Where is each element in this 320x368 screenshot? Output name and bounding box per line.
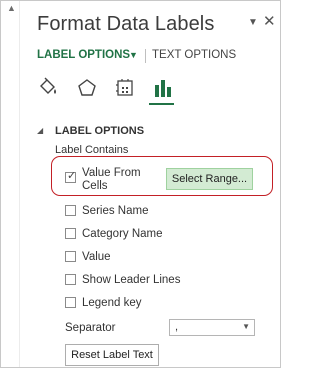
select-range-button[interactable]: Select Range...	[166, 168, 253, 190]
tab-divider	[145, 49, 146, 63]
label-options-icon[interactable]	[151, 77, 175, 99]
scroll-up-icon[interactable]: ▲	[7, 3, 16, 13]
fill-line-icon[interactable]	[37, 77, 61, 99]
size-properties-icon[interactable]	[113, 77, 137, 99]
separator-value: ,	[175, 321, 179, 333]
checkmark-icon: ✓	[67, 170, 77, 182]
pane-left-edge: ▲	[1, 1, 20, 367]
reset-label-text-button[interactable]: Reset Label Text	[65, 344, 159, 366]
value-from-cells-label-line1: Value From	[82, 167, 141, 179]
chevron-down-icon[interactable]: ▼	[129, 50, 138, 60]
category-name-checkbox[interactable]	[65, 228, 76, 239]
pane-title: Format Data Labels	[37, 13, 215, 35]
category-icons	[37, 77, 187, 99]
category-name-label: Category Name	[82, 228, 163, 240]
value-from-cells-label: Value From Cells	[82, 167, 141, 193]
value-from-cells-label-line2: Cells	[82, 180, 108, 192]
series-name-checkbox[interactable]	[65, 205, 76, 216]
collapse-section-icon[interactable]: ◢	[37, 126, 43, 135]
active-category-indicator	[149, 103, 174, 105]
series-name-label: Series Name	[82, 205, 149, 217]
separator-label: Separator	[65, 322, 116, 334]
close-icon[interactable]: ✕	[263, 12, 276, 30]
tab-label-options[interactable]: LABEL OPTIONS	[37, 49, 130, 61]
effects-icon[interactable]	[75, 77, 99, 99]
legend-key-label: Legend key	[82, 297, 142, 309]
value-checkbox[interactable]	[65, 251, 76, 262]
legend-key-checkbox[interactable]	[65, 297, 76, 308]
format-pane: ▲ Format Data Labels ▼ ✕ LABEL OPTIONS ▼…	[0, 0, 281, 368]
value-label: Value	[82, 251, 111, 263]
task-pane-options-icon[interactable]: ▼	[248, 17, 258, 28]
value-from-cells-checkbox[interactable]: ✓	[65, 170, 77, 183]
label-contains-heading: Label Contains	[55, 144, 129, 156]
chevron-down-icon: ▼	[242, 322, 250, 331]
show-leader-lines-label: Show Leader Lines	[82, 274, 181, 286]
show-leader-lines-checkbox[interactable]	[65, 274, 76, 285]
separator-dropdown[interactable]: , ▼	[169, 319, 255, 336]
tab-text-options[interactable]: TEXT OPTIONS	[152, 49, 236, 61]
section-header[interactable]: LABEL OPTIONS	[55, 125, 144, 137]
